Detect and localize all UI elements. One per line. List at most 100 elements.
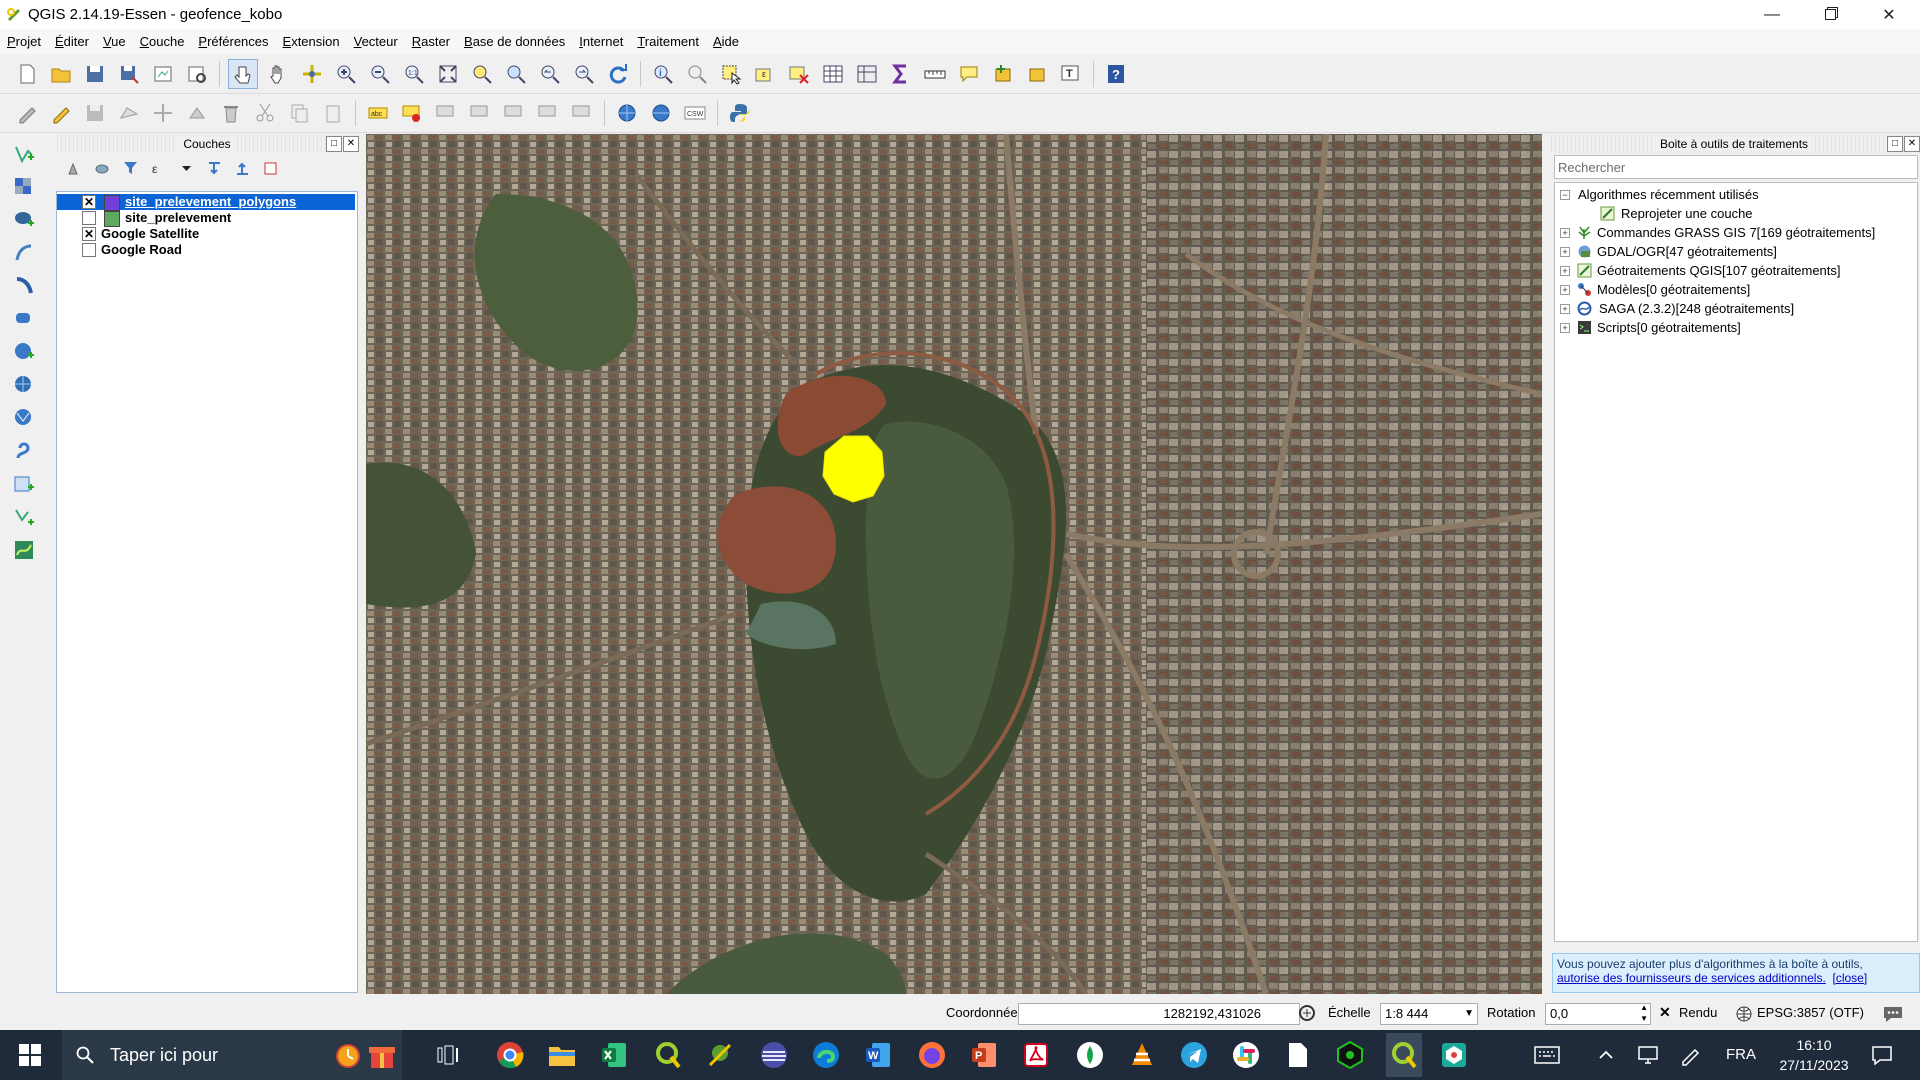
render-checkbox-icon[interactable]: ✕ <box>1659 1004 1671 1021</box>
new-shapefile-layer-icon[interactable] <box>10 503 38 531</box>
layer-visibility-checkbox[interactable]: ✕ <box>82 227 96 241</box>
add-wms-layer-icon[interactable] <box>613 99 641 127</box>
slack-icon[interactable] <box>1230 1039 1262 1071</box>
add-mssql-layer-icon[interactable] <box>10 272 38 300</box>
close-window-button[interactable]: ✕ <box>1860 0 1918 29</box>
add-db2-layer-icon[interactable] <box>10 305 38 333</box>
menu-projet[interactable]: Projet <box>0 34 48 49</box>
menu-editer[interactable]: Éditer <box>48 34 96 49</box>
add-wms-wmts-layer-icon[interactable] <box>10 338 38 366</box>
qgis-taskbar-icon[interactable] <box>652 1039 684 1071</box>
task-view-icon[interactable] <box>432 1039 464 1071</box>
powerpoint-icon[interactable]: P <box>968 1039 1000 1071</box>
excel-icon[interactable] <box>598 1039 630 1071</box>
add-wfs-layer-icon[interactable] <box>647 99 675 127</box>
chevron-up-icon[interactable] <box>1590 1039 1622 1071</box>
tree-item-saga[interactable]: + SAGA (2.3.2)[248 géotraitements] <box>1555 299 1917 318</box>
csw-icon[interactable]: CSW <box>681 99 709 127</box>
move-label-icon[interactable] <box>500 99 528 127</box>
add-group-icon[interactable] <box>91 157 113 179</box>
add-wfs-layer-green-icon[interactable] <box>10 536 38 564</box>
python-console-icon[interactable] <box>726 99 754 127</box>
label-toolbar-icon[interactable]: abc <box>364 99 392 127</box>
crs-globe-icon[interactable] <box>1736 1006 1752 1022</box>
menu-vue[interactable]: Vue <box>96 34 133 49</box>
undock-toolbox-icon[interactable]: □ <box>1887 136 1903 152</box>
save-project-icon[interactable] <box>81 60 109 88</box>
toggle-extents-icon[interactable] <box>1298 1003 1316 1023</box>
save-as-icon[interactable] <box>115 60 143 88</box>
telegram-icon[interactable] <box>1178 1039 1210 1071</box>
highlight-pinned-labels-icon[interactable] <box>432 99 460 127</box>
layer-visibility-checkbox[interactable] <box>82 211 96 225</box>
layer-visibility-checkbox[interactable]: ✕ <box>82 195 96 209</box>
expand-all-icon[interactable] <box>203 157 225 179</box>
menu-base-de-donnees[interactable]: Base de données <box>457 34 572 49</box>
windows-start-icon[interactable] <box>14 1039 46 1071</box>
expand-icon[interactable]: + <box>1560 285 1570 295</box>
delete-selected-icon[interactable] <box>217 99 245 127</box>
zoom-native-icon[interactable]: 1:1 <box>400 60 428 88</box>
dropdown-arrow-icon[interactable] <box>175 157 197 179</box>
new-print-composer-icon[interactable] <box>149 60 177 88</box>
add-wcs-layer-icon[interactable] <box>10 371 38 399</box>
style-manager-icon[interactable] <box>63 157 85 179</box>
add-delimited-text-icon[interactable] <box>10 437 38 465</box>
zoom-last-icon[interactable] <box>536 60 564 88</box>
edge-icon[interactable] <box>810 1039 842 1071</box>
language-indicator[interactable]: FRA <box>1726 1046 1756 1063</box>
chrome-icon[interactable] <box>494 1039 526 1071</box>
polygon-symbol-icon[interactable] <box>104 195 120 211</box>
qgis-alt-icon[interactable] <box>704 1039 736 1071</box>
close-toolbox-icon[interactable]: ✕ <box>1904 136 1920 152</box>
field-calculator-icon[interactable] <box>853 60 881 88</box>
pin-labels-icon[interactable] <box>398 99 426 127</box>
filter-by-expression-icon[interactable]: ε <box>147 157 169 179</box>
pen-icon[interactable] <box>1674 1039 1706 1071</box>
tree-item-gdal[interactable]: + GDAL/OGR[47 géotraitements] <box>1555 242 1917 261</box>
add-virtual-layer-icon[interactable] <box>10 470 38 498</box>
zoom-out-icon[interactable] <box>366 60 394 88</box>
menu-vecteur[interactable]: Vecteur <box>347 34 405 49</box>
menu-traitement[interactable]: Traitement <box>630 34 706 49</box>
add-wfs-icon[interactable] <box>10 404 38 432</box>
toolbox-search-input[interactable]: Rechercher <box>1554 155 1918 179</box>
tree-item-scripts[interactable]: + Scripts[0 géotraitements] <box>1555 318 1917 337</box>
pan-map-icon[interactable] <box>228 59 258 89</box>
tree-item-recent[interactable]: − Algorithmes récemment utilisés <box>1555 185 1917 204</box>
providers-link[interactable]: autorise des fournisseurs de services ad… <box>1557 971 1826 985</box>
show-bookmarks-icon[interactable] <box>1023 60 1051 88</box>
filter-legend-icon[interactable] <box>119 157 141 179</box>
add-postgis-layer-icon[interactable] <box>10 206 38 234</box>
undock-panel-icon[interactable]: □ <box>326 136 342 152</box>
polygon-symbol-icon[interactable] <box>104 211 120 227</box>
save-layer-edits-icon[interactable] <box>81 99 109 127</box>
keyboard-icon[interactable] <box>1531 1039 1563 1071</box>
green-hexagon-app-icon[interactable] <box>1334 1039 1366 1071</box>
menu-raster[interactable]: Raster <box>405 34 457 49</box>
layer-row-site-prelevement-polygons[interactable]: ✕ site_prelevement_polygons <box>57 194 355 211</box>
close-panel-icon[interactable]: ✕ <box>343 136 359 152</box>
node-tool-icon[interactable] <box>183 99 211 127</box>
menu-extension[interactable]: Extension <box>276 34 347 49</box>
pan-hand-icon[interactable] <box>264 60 292 88</box>
notice-close-link[interactable]: [close] <box>1832 971 1867 985</box>
scale-combobox[interactable]: 1:8 444 ▼ <box>1380 1003 1478 1025</box>
menu-couche[interactable]: Couche <box>133 34 192 49</box>
acrobat-icon[interactable] <box>1020 1039 1052 1071</box>
change-label-icon[interactable] <box>568 99 596 127</box>
move-feature-icon[interactable] <box>149 99 177 127</box>
blank-document-icon[interactable] <box>1282 1039 1314 1071</box>
run-feature-action-icon[interactable] <box>683 60 711 88</box>
layer-visibility-checkbox[interactable] <box>82 243 96 257</box>
network-monitor-icon[interactable] <box>1632 1039 1664 1071</box>
messages-icon[interactable] <box>1882 1004 1904 1024</box>
pan-to-selection-icon[interactable] <box>298 60 326 88</box>
layer-row-site-prelevement[interactable]: site_prelevement <box>57 210 357 227</box>
map-tips-icon[interactable] <box>955 60 983 88</box>
crs-label[interactable]: EPSG:3857 (OTF) <box>1757 1005 1864 1020</box>
tree-item-modeles[interactable]: + Modèles[0 géotraitements] <box>1555 280 1917 299</box>
remove-layer-icon[interactable] <box>259 157 281 179</box>
kobocollect-icon[interactable] <box>1074 1039 1106 1071</box>
tree-item-grass[interactable]: + Commandes GRASS GIS 7[169 géotraitemen… <box>1555 223 1917 242</box>
